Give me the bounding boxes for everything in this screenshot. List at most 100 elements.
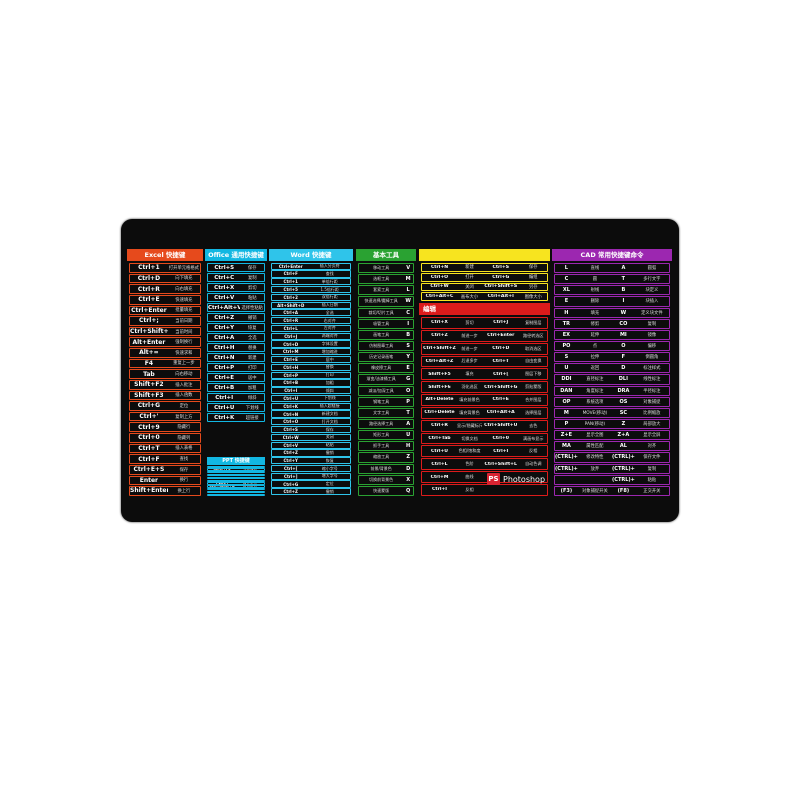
cad-command-row: EX 延伸 MI 镜像 — [554, 329, 670, 340]
shortcut-desc: 插入日期 — [321, 302, 338, 308]
command-desc: 放弃 — [590, 466, 600, 472]
shortcut-key: Ctrl+5 — [283, 287, 298, 293]
shortcut-desc: 保存 — [528, 265, 538, 271]
shortcut-desc: 关闭 — [325, 434, 334, 440]
shortcut-desc: 另存 — [528, 284, 538, 290]
ps-edit-row: Ctrl+Alt+Z 后退多步 Ctrl+T 自由变换 — [421, 355, 548, 368]
command-desc: 显示全图 — [586, 433, 604, 439]
shortcut-desc: 缩小字号 — [321, 465, 338, 471]
tool-name: 裁切/切片工具 — [368, 309, 394, 315]
shortcut-desc: 撤销 — [247, 315, 257, 321]
shortcut-desc: 单倍行距 — [321, 278, 338, 284]
shortcut-key: Ctrl+N — [213, 354, 235, 361]
tool-name: 前景/背景色 — [370, 465, 392, 471]
command-desc: 多行文字 — [643, 277, 661, 283]
shortcut-key: Ctrl+0 — [492, 436, 509, 442]
shortcut-desc: 画布大小 — [460, 294, 479, 300]
shortcut-key: Ctrl+G — [137, 402, 161, 410]
command-key: Z+E — [560, 432, 573, 439]
office-shortcut-row: Ctrl+P 打印 — [207, 363, 265, 372]
shortcut-key: Ctrl+[ — [493, 371, 509, 377]
shortcut-key: Ctrl+J — [493, 320, 509, 326]
ppt-shortcut-row: Ctrl+D 复制对象 — [207, 476, 265, 480]
ps-edit-row: Ctrl+L 色阶 Ctrl+Shift+L 自动色调 — [421, 458, 548, 471]
shortcut-key: Ctrl+Y — [214, 324, 235, 331]
excel-shortcut-row: Ctrl+; 当前日期 — [129, 316, 201, 326]
shortcut-key: Ctrl+Enter — [131, 306, 167, 314]
shortcut-desc: 保存 — [325, 426, 334, 432]
cad-command-row: MA 属性匹配 AL 对齐 — [554, 441, 670, 452]
office-shortcut-row: Ctrl+K 超链接 — [207, 413, 265, 422]
shortcut-key: Ctrl+P — [214, 364, 235, 371]
shortcut-key: Ctrl+G — [492, 274, 510, 280]
basic-tool-row: 路径选择工具 A — [358, 418, 414, 430]
command-key: B — [621, 287, 626, 294]
shortcut-key: Ctrl+V — [283, 442, 299, 448]
shortcut-desc: 定位 — [325, 481, 334, 487]
command-desc: 定义块文件 — [641, 310, 663, 316]
tool-name: 减淡/加深工具 — [368, 387, 394, 393]
word-shortcut-row: Ctrl+] 增大字号 — [271, 472, 351, 480]
basic-tool-row: 画笔工具 B — [358, 329, 414, 340]
command-key: L — [564, 265, 568, 272]
shortcut-key: Ctrl+2 — [283, 294, 298, 300]
shortcut-key: Ctrl+Z — [431, 333, 448, 339]
shortcut-desc: 插入表格 — [175, 446, 193, 452]
excel-shortcut-row: Ctrl+G 定位 — [129, 401, 201, 411]
shortcut-desc: 剪贴蒙版 — [525, 384, 542, 390]
shortcut-key: Ctrl+9 — [138, 423, 160, 431]
shortcut-desc: 剪切 — [465, 319, 474, 325]
ps-file-section: Ctrl+N 新建 Ctrl+S 保存 Ctrl+O 打开 Ctrl+G 编组 Ctrl+W 关闭… — [419, 249, 550, 301]
shortcut-key: Ctrl+Z — [283, 450, 298, 456]
shortcut-key: Ctrl+M — [282, 349, 299, 355]
basic-tool-row: 文字工具 T — [358, 407, 414, 418]
shortcut-key: Ctrl+C — [214, 274, 235, 281]
shortcut-desc: 右对齐 — [323, 317, 336, 323]
shortcut-desc: 当前日期 — [175, 318, 193, 324]
excel-shortcut-row: Ctrl+T 插入表格 — [129, 443, 201, 454]
command-key: (F3) — [560, 487, 573, 494]
shortcut-key: Ctrl+H — [283, 364, 299, 370]
command-key: C — [564, 276, 569, 283]
shortcut-desc: 切换文档 — [461, 435, 478, 441]
shortcut-desc: 去色 — [529, 422, 538, 428]
excel-shortcut-row: Alt+Enter 强制换行 — [129, 337, 201, 347]
shortcut-desc: 新建幻灯片 — [241, 473, 259, 477]
shortcut-key: Ctrl+N — [283, 411, 299, 417]
office-shortcut-row: Ctrl+Alt+V 选择性粘贴 — [207, 303, 265, 312]
shortcut-key: Ctrl+Shift+L — [484, 461, 517, 467]
shortcut-desc: 插入分页符 — [319, 263, 340, 269]
shortcut-desc: 倾斜 — [247, 395, 257, 401]
command-desc: 直线 — [590, 266, 600, 272]
shortcut-desc: 编组 — [528, 275, 538, 281]
shortcut-key: Ctrl+Y — [283, 458, 298, 464]
shortcut-desc: 向右移动 — [175, 372, 193, 378]
shortcut-key: Ctrl+[ — [284, 466, 298, 471]
word-rows: Ctrl+Enter 插入分页符 Ctrl+F 查找 Ctrl+1 单倍行距 Ctrl+5 1… — [269, 262, 353, 496]
office-shortcut-row: Ctrl+V 粘贴 — [207, 293, 265, 302]
shortcut-key: Ctrl+M — [215, 473, 229, 477]
command-key: CO — [619, 320, 628, 327]
cad-title: CAD 常用快捷键命令 — [552, 249, 672, 261]
shortcut-desc: 插入函数 — [175, 393, 193, 399]
basic-tool-row: 缩放工具 Z — [358, 452, 414, 463]
tool-key: E — [406, 365, 410, 372]
ps-file-row: Ctrl+O 打开 Ctrl+G 编组 — [421, 272, 548, 282]
cad-command-row: (CTRL)+Z 放弃 (CTRL)+C 复制 — [554, 463, 670, 474]
shortcut-key: Ctrl+E — [283, 357, 298, 363]
command-key: F — [621, 354, 626, 361]
command-desc: 显示全屏 — [643, 433, 661, 439]
shortcut-key: Ctrl+I — [432, 487, 447, 493]
office-rows: Ctrl+S 保存 Ctrl+C 复制 Ctrl+X 剪切 Ctrl+V 粘贴 Ctrl+Alt… — [205, 262, 267, 422]
office-shortcut-row: Ctrl+Z 撤销 — [207, 313, 265, 322]
shortcut-key: Ctrl+I — [493, 448, 509, 454]
shortcut-key: Ctrl+Tab — [428, 436, 451, 442]
command-desc: 粘贴 — [647, 477, 657, 483]
shortcut-desc: 剪切 — [247, 285, 257, 291]
shortcut-desc: 居中 — [325, 356, 334, 362]
shortcut-desc: 打印 — [247, 365, 257, 371]
shortcut-desc: 左对齐 — [323, 325, 336, 331]
excel-shortcut-row: Ctrl+Enter 批量填充 — [129, 305, 201, 316]
shortcut-key: Tab — [143, 370, 155, 378]
office-shortcut-row: Ctrl+N 新建 — [207, 353, 265, 362]
